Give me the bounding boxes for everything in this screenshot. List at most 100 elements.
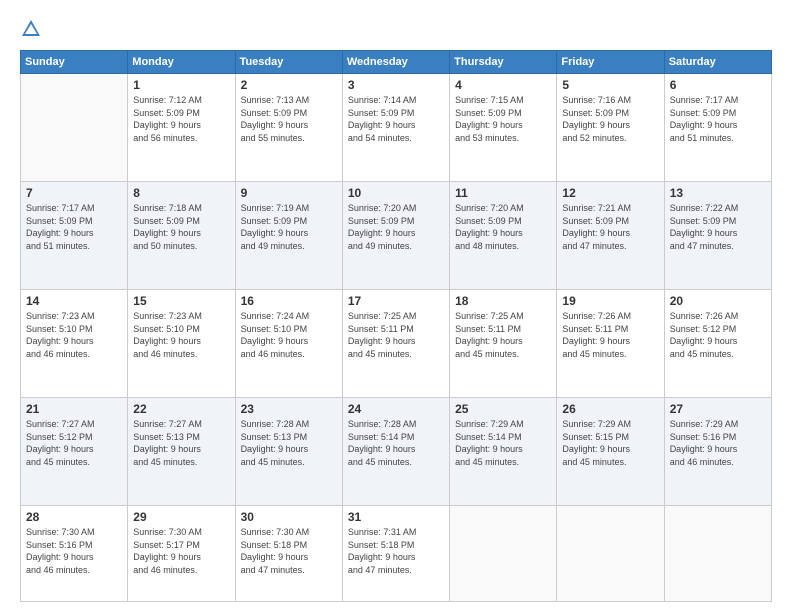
weekday-header: Saturday bbox=[664, 51, 771, 74]
day-info: Sunrise: 7:23 AM Sunset: 5:10 PM Dayligh… bbox=[26, 310, 122, 360]
calendar-cell: 21 Sunrise: 7:27 AM Sunset: 5:12 PM Dayli… bbox=[21, 398, 128, 506]
calendar-cell: 1 Sunrise: 7:12 AM Sunset: 5:09 PM Daylig… bbox=[128, 74, 235, 182]
day-number: 13 bbox=[670, 186, 766, 200]
day-info: Sunrise: 7:31 AM Sunset: 5:18 PM Dayligh… bbox=[348, 526, 444, 576]
weekday-header: Wednesday bbox=[342, 51, 449, 74]
calendar-table: SundayMondayTuesdayWednesdayThursdayFrid… bbox=[20, 50, 772, 602]
day-number: 24 bbox=[348, 402, 444, 416]
day-info: Sunrise: 7:23 AM Sunset: 5:10 PM Dayligh… bbox=[133, 310, 229, 360]
calendar-cell: 26 Sunrise: 7:29 AM Sunset: 5:15 PM Dayli… bbox=[557, 398, 664, 506]
calendar-cell: 16 Sunrise: 7:24 AM Sunset: 5:10 PM Dayli… bbox=[235, 290, 342, 398]
day-number: 5 bbox=[562, 78, 658, 92]
day-info: Sunrise: 7:20 AM Sunset: 5:09 PM Dayligh… bbox=[348, 202, 444, 252]
day-number: 27 bbox=[670, 402, 766, 416]
day-info: Sunrise: 7:22 AM Sunset: 5:09 PM Dayligh… bbox=[670, 202, 766, 252]
day-number: 1 bbox=[133, 78, 229, 92]
calendar-cell: 5 Sunrise: 7:16 AM Sunset: 5:09 PM Daylig… bbox=[557, 74, 664, 182]
day-info: Sunrise: 7:19 AM Sunset: 5:09 PM Dayligh… bbox=[241, 202, 337, 252]
calendar-cell: 8 Sunrise: 7:18 AM Sunset: 5:09 PM Daylig… bbox=[128, 182, 235, 290]
weekday-header: Thursday bbox=[450, 51, 557, 74]
calendar-cell: 24 Sunrise: 7:28 AM Sunset: 5:14 PM Dayli… bbox=[342, 398, 449, 506]
weekday-header: Sunday bbox=[21, 51, 128, 74]
day-number: 25 bbox=[455, 402, 551, 416]
calendar-cell: 10 Sunrise: 7:20 AM Sunset: 5:09 PM Dayli… bbox=[342, 182, 449, 290]
calendar-cell: 4Sunrise: 7:15 AM Sunset: 5:09 PM Daylig… bbox=[450, 74, 557, 182]
day-number: 21 bbox=[26, 402, 122, 416]
day-info: Sunrise: 7:14 AM Sunset: 5:09 PM Dayligh… bbox=[348, 94, 444, 144]
day-number: 2 bbox=[241, 78, 337, 92]
calendar-cell: 28 Sunrise: 7:30 AM Sunset: 5:16 PM Dayli… bbox=[21, 506, 128, 602]
day-number: 4 bbox=[455, 78, 551, 92]
day-number: 29 bbox=[133, 510, 229, 524]
day-number: 7 bbox=[26, 186, 122, 200]
calendar-cell: 20 Sunrise: 7:26 AM Sunset: 5:12 PM Dayli… bbox=[664, 290, 771, 398]
day-number: 19 bbox=[562, 294, 658, 308]
day-number: 30 bbox=[241, 510, 337, 524]
day-number: 9 bbox=[241, 186, 337, 200]
calendar-cell: 22 Sunrise: 7:27 AM Sunset: 5:13 PM Dayli… bbox=[128, 398, 235, 506]
logo bbox=[20, 18, 49, 40]
day-info: Sunrise: 7:29 AM Sunset: 5:14 PM Dayligh… bbox=[455, 418, 551, 468]
day-number: 6 bbox=[670, 78, 766, 92]
calendar-cell: 15 Sunrise: 7:23 AM Sunset: 5:10 PM Dayli… bbox=[128, 290, 235, 398]
calendar-cell: 9 Sunrise: 7:19 AM Sunset: 5:09 PM Daylig… bbox=[235, 182, 342, 290]
calendar-cell: 7 Sunrise: 7:17 AM Sunset: 5:09 PM Daylig… bbox=[21, 182, 128, 290]
day-number: 20 bbox=[670, 294, 766, 308]
calendar-cell: 29 Sunrise: 7:30 AM Sunset: 5:17 PM Dayli… bbox=[128, 506, 235, 602]
day-info: Sunrise: 7:30 AM Sunset: 5:18 PM Dayligh… bbox=[241, 526, 337, 576]
day-number: 18 bbox=[455, 294, 551, 308]
logo-text bbox=[20, 18, 49, 40]
day-info: Sunrise: 7:17 AM Sunset: 5:09 PM Dayligh… bbox=[26, 202, 122, 252]
day-info: Sunrise: 7:17 AM Sunset: 5:09 PM Dayligh… bbox=[670, 94, 766, 144]
day-info: Sunrise: 7:28 AM Sunset: 5:14 PM Dayligh… bbox=[348, 418, 444, 468]
day-info: Sunrise: 7:29 AM Sunset: 5:16 PM Dayligh… bbox=[670, 418, 766, 468]
day-info: Sunrise: 7:24 AM Sunset: 5:10 PM Dayligh… bbox=[241, 310, 337, 360]
day-number: 26 bbox=[562, 402, 658, 416]
day-info: Sunrise: 7:18 AM Sunset: 5:09 PM Dayligh… bbox=[133, 202, 229, 252]
calendar-cell: 14 Sunrise: 7:23 AM Sunset: 5:10 PM Dayli… bbox=[21, 290, 128, 398]
day-number: 22 bbox=[133, 402, 229, 416]
day-number: 28 bbox=[26, 510, 122, 524]
calendar-cell: 6 Sunrise: 7:17 AM Sunset: 5:09 PM Daylig… bbox=[664, 74, 771, 182]
calendar-cell: 13 Sunrise: 7:22 AM Sunset: 5:09 PM Dayli… bbox=[664, 182, 771, 290]
day-info: Sunrise: 7:29 AM Sunset: 5:15 PM Dayligh… bbox=[562, 418, 658, 468]
day-info: Sunrise: 7:13 AM Sunset: 5:09 PM Dayligh… bbox=[241, 94, 337, 144]
day-info: Sunrise: 7:27 AM Sunset: 5:12 PM Dayligh… bbox=[26, 418, 122, 468]
day-number: 11 bbox=[455, 186, 551, 200]
day-number: 10 bbox=[348, 186, 444, 200]
header bbox=[20, 18, 772, 40]
day-info: Sunrise: 7:20 AM Sunset: 5:09 PM Dayligh… bbox=[455, 202, 551, 252]
day-number: 16 bbox=[241, 294, 337, 308]
calendar-cell: 3 Sunrise: 7:14 AM Sunset: 5:09 PM Daylig… bbox=[342, 74, 449, 182]
day-info: Sunrise: 7:25 AM Sunset: 5:11 PM Dayligh… bbox=[348, 310, 444, 360]
calendar-cell bbox=[664, 506, 771, 602]
calendar-cell: 17 Sunrise: 7:25 AM Sunset: 5:11 PM Dayli… bbox=[342, 290, 449, 398]
day-number: 23 bbox=[241, 402, 337, 416]
day-number: 17 bbox=[348, 294, 444, 308]
day-number: 3 bbox=[348, 78, 444, 92]
day-info: Sunrise: 7:27 AM Sunset: 5:13 PM Dayligh… bbox=[133, 418, 229, 468]
day-info: Sunrise: 7:16 AM Sunset: 5:09 PM Dayligh… bbox=[562, 94, 658, 144]
day-info: Sunrise: 7:28 AM Sunset: 5:13 PM Dayligh… bbox=[241, 418, 337, 468]
day-info: Sunrise: 7:21 AM Sunset: 5:09 PM Dayligh… bbox=[562, 202, 658, 252]
day-number: 12 bbox=[562, 186, 658, 200]
day-info: Sunrise: 7:30 AM Sunset: 5:17 PM Dayligh… bbox=[133, 526, 229, 576]
day-number: 14 bbox=[26, 294, 122, 308]
calendar-cell: 2 Sunrise: 7:13 AM Sunset: 5:09 PM Daylig… bbox=[235, 74, 342, 182]
calendar-cell bbox=[21, 74, 128, 182]
calendar-cell bbox=[557, 506, 664, 602]
day-info: Sunrise: 7:12 AM Sunset: 5:09 PM Dayligh… bbox=[133, 94, 229, 144]
calendar-cell bbox=[450, 506, 557, 602]
calendar-cell: 23 Sunrise: 7:28 AM Sunset: 5:13 PM Dayli… bbox=[235, 398, 342, 506]
day-number: 8 bbox=[133, 186, 229, 200]
day-info: Sunrise: 7:26 AM Sunset: 5:11 PM Dayligh… bbox=[562, 310, 658, 360]
calendar-cell: 31Sunrise: 7:31 AM Sunset: 5:18 PM Dayli… bbox=[342, 506, 449, 602]
calendar-cell: 11 Sunrise: 7:20 AM Sunset: 5:09 PM Dayli… bbox=[450, 182, 557, 290]
day-info: Sunrise: 7:26 AM Sunset: 5:12 PM Dayligh… bbox=[670, 310, 766, 360]
day-info: Sunrise: 7:30 AM Sunset: 5:16 PM Dayligh… bbox=[26, 526, 122, 576]
calendar-cell: 18Sunrise: 7:25 AM Sunset: 5:11 PM Dayli… bbox=[450, 290, 557, 398]
weekday-header: Tuesday bbox=[235, 51, 342, 74]
calendar-cell: 30 Sunrise: 7:30 AM Sunset: 5:18 PM Dayli… bbox=[235, 506, 342, 602]
weekday-header: Friday bbox=[557, 51, 664, 74]
day-number: 15 bbox=[133, 294, 229, 308]
